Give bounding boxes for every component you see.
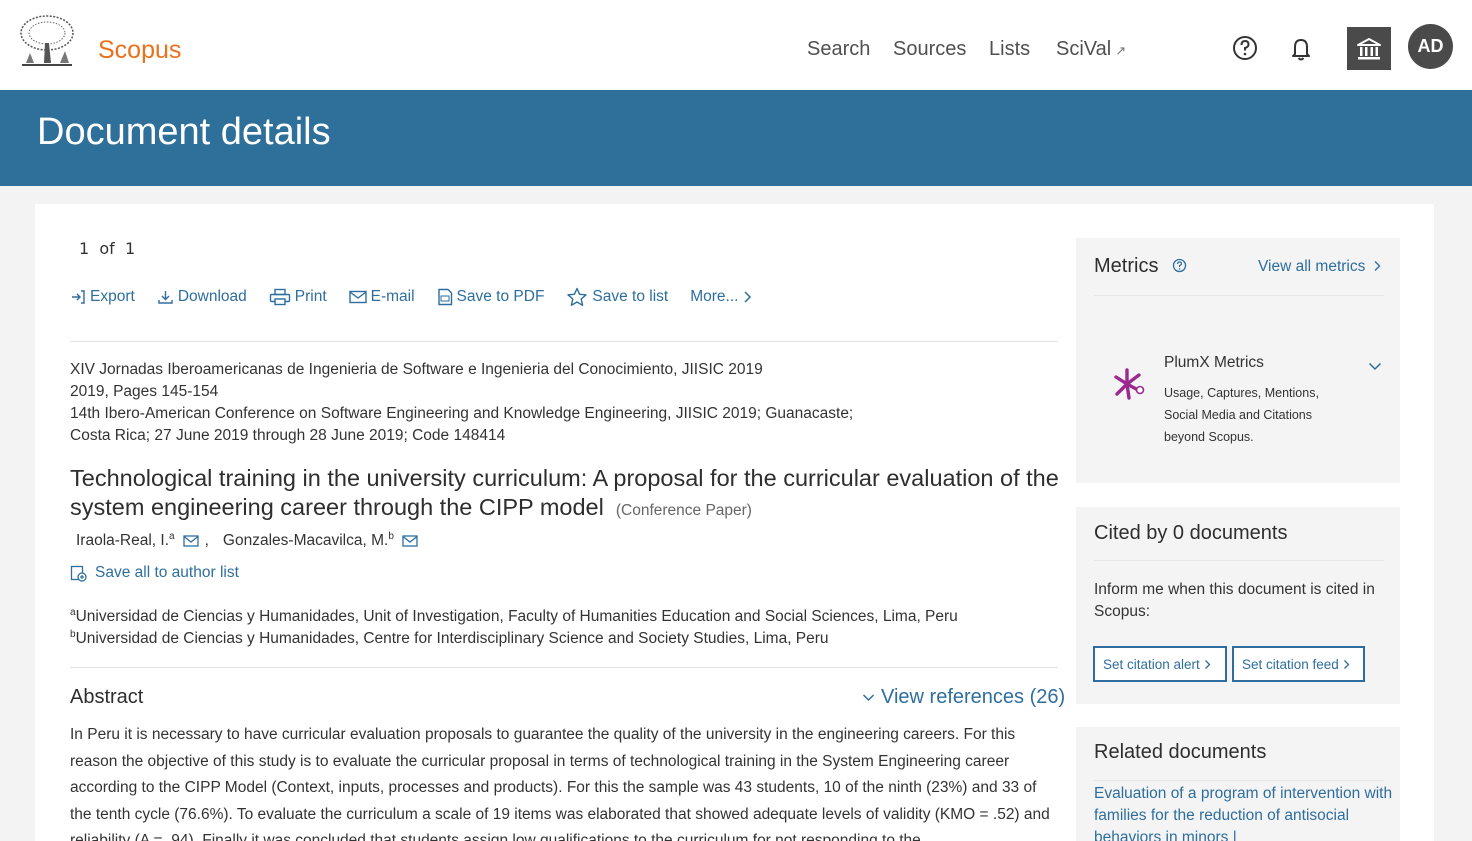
print-icon [269, 288, 290, 306]
related-divider [1094, 780, 1384, 781]
related-documents-title: Related documents [1094, 741, 1267, 763]
document-title-text: Technological training in the university… [70, 465, 1059, 520]
external-link-icon: ↗ [1115, 43, 1127, 58]
nav-sources[interactable]: Sources [893, 38, 966, 61]
save-list-label: Save to list [592, 288, 669, 305]
nav-scival-label: SciVal [1056, 38, 1112, 60]
chevron-right-icon [1343, 659, 1350, 669]
author-list: Iraola-Real, I.a , Gonzales-Macavilca, M… [76, 531, 424, 550]
citation-alert-label: Set citation alert [1103, 656, 1200, 672]
metrics-title-text: Metrics [1094, 255, 1159, 277]
affiliation-a: aUniversidad de Ciencias y Humanidades, … [70, 607, 958, 626]
save-pdf-button[interactable]: Save to PDF [437, 288, 545, 306]
institution-icon [1357, 37, 1381, 59]
more-label: More... [690, 288, 739, 305]
author-email-icon[interactable] [402, 534, 418, 547]
document-toolbar: Export Download Print E-mail Save to PDF… [70, 286, 774, 308]
author-affiliation-marker: b [388, 531, 394, 542]
email-label: E-mail [370, 288, 415, 305]
metrics-help-icon[interactable] [1172, 258, 1187, 273]
toolbar-divider [70, 341, 1058, 342]
metrics-title: Metrics [1094, 255, 1187, 278]
nav-search[interactable]: Search [807, 38, 870, 61]
affiliation-text: Universidad de Ciencias y Humanidades, C… [75, 630, 829, 648]
abstract-text: In Peru it is necessary to have curricul… [70, 726, 1050, 841]
user-avatar[interactable]: AD [1408, 24, 1453, 69]
set-citation-feed-button[interactable]: Set citation feed [1232, 646, 1365, 682]
citation-feed-label: Set citation feed [1242, 656, 1339, 672]
author-list-add-icon [70, 565, 87, 582]
author-name: Gonzales-Macavilca, M. [222, 532, 389, 550]
more-button[interactable]: More... [690, 288, 752, 306]
scopus-brand[interactable]: Scopus [98, 36, 181, 65]
cited-by-divider [1094, 560, 1384, 561]
author-separator: , [204, 531, 209, 549]
document-title: Technological training in the university… [70, 464, 1060, 525]
page-title: Document details [37, 111, 331, 153]
help-icon[interactable] [1231, 33, 1261, 63]
save-all-to-author-list-link[interactable]: Save all to author list [70, 564, 239, 582]
star-icon [567, 287, 588, 306]
print-button[interactable]: Print [269, 288, 327, 306]
author-email-icon[interactable] [182, 534, 199, 547]
export-icon [72, 290, 85, 304]
top-bar: Scopus Search Sources Lists SciVal ↗ AD [0, 0, 1472, 90]
elsevier-tree-logo[interactable] [16, 13, 78, 69]
view-references-link[interactable]: View references (26) [862, 686, 1065, 709]
export-label: Export [90, 288, 135, 305]
author-affiliation-marker: a [169, 531, 175, 542]
affiliation-text: Universidad de Ciencias y Humanidades, U… [75, 608, 958, 626]
author-name: Iraola-Real, I. [76, 532, 170, 550]
pdf-icon [437, 288, 452, 306]
chevron-right-icon [1374, 261, 1381, 271]
print-label: Print [294, 288, 327, 305]
plumx-expand-chevron-icon[interactable] [1368, 362, 1382, 371]
affiliation-divider [70, 667, 1058, 668]
cited-by-description: Inform me when this document is cited in… [1094, 581, 1375, 620]
plumx-description: Usage, Captures, Mentions, Social Media … [1164, 386, 1319, 444]
email-icon [348, 290, 367, 304]
page-banner: Document details [0, 90, 1472, 186]
result-pager: 1 of 1 [79, 239, 136, 258]
download-icon [158, 291, 173, 304]
metrics-divider [1094, 295, 1384, 296]
save-pdf-label: Save to PDF [456, 288, 545, 305]
chevron-right-icon [1204, 659, 1211, 669]
save-all-label: Save all to author list [95, 564, 239, 581]
notification-bell-icon[interactable] [1287, 33, 1317, 63]
source-conference-name: 14th Ibero-American Conference on Softwa… [70, 405, 854, 422]
related-document-link[interactable]: Evaluation of a program of intervention … [1094, 783, 1394, 841]
source-conference-title: XIV Jornadas Iberoamericanas de Ingenier… [70, 361, 763, 378]
abstract-heading: Abstract [70, 686, 144, 708]
author-link[interactable]: Iraola-Real, I.a [76, 531, 175, 550]
nav-lists[interactable]: Lists [989, 38, 1030, 61]
related-documents-panel: Related documents Evaluation of a progra… [1076, 727, 1400, 841]
view-references-label: View references (26) [881, 686, 1066, 708]
download-label: Download [177, 288, 247, 305]
nav-scival[interactable]: SciVal ↗ [1056, 38, 1126, 61]
plumx-logo-icon [1114, 368, 1145, 400]
affiliation-b: bUniversidad de Ciencias y Humanidades, … [70, 629, 829, 648]
view-all-metrics-label: View all metrics [1258, 258, 1366, 275]
cited-by-panel: Cited by 0 documents Inform me when this… [1076, 507, 1400, 704]
institution-button[interactable] [1347, 27, 1391, 70]
chevron-down-icon [862, 694, 875, 702]
view-all-metrics-link[interactable]: View all metrics [1258, 258, 1381, 276]
download-button[interactable]: Download [157, 288, 247, 306]
author-link[interactable]: Gonzales-Macavilca, M.b [223, 531, 394, 550]
email-button[interactable]: E-mail [348, 288, 415, 306]
export-button[interactable]: Export [70, 288, 135, 306]
metrics-panel: Metrics View all metrics PlumX Metrics U… [1076, 238, 1400, 483]
source-year-pages: 2019, Pages 145-154 [70, 383, 219, 400]
save-to-list-button[interactable]: Save to list [566, 287, 668, 307]
chevron-right-icon [744, 291, 752, 303]
cited-by-title: Cited by 0 documents [1094, 522, 1288, 544]
plumx-metrics-title[interactable]: PlumX Metrics [1164, 354, 1264, 372]
document-type: (Conference Paper) [615, 502, 752, 519]
source-location-dates: Costa Rica; 27 June 2019 through 28 June… [70, 427, 506, 444]
set-citation-alert-button[interactable]: Set citation alert [1093, 646, 1227, 682]
